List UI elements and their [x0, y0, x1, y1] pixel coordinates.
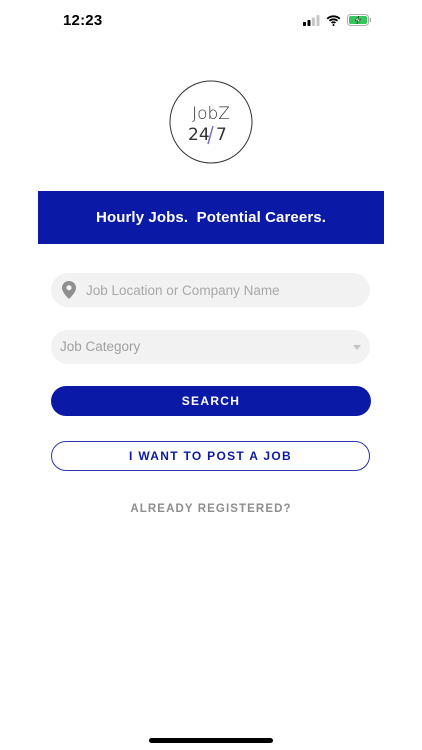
- battery-charging-icon: [347, 14, 372, 26]
- logo-graphic: JobZ 24 7: [169, 80, 253, 164]
- status-bar: 12:23: [0, 0, 422, 44]
- status-time: 12:23: [63, 12, 103, 29]
- home-indicator[interactable]: [149, 738, 273, 743]
- location-search-field[interactable]: [51, 273, 370, 307]
- jobz-logo: JobZ 24 7: [169, 80, 253, 164]
- logo-line2: 24 7: [188, 125, 227, 145]
- tagline-banner: Hourly Jobs. Potential Careers.: [38, 191, 384, 244]
- search-button[interactable]: SEARCH: [51, 386, 371, 416]
- already-registered-link[interactable]: ALREADY REGISTERED?: [0, 503, 422, 515]
- wifi-icon: [326, 14, 341, 26]
- svg-text:7: 7: [216, 125, 227, 145]
- svg-text:24: 24: [188, 125, 210, 145]
- location-search-input[interactable]: [86, 273, 361, 307]
- job-category-value: Job Category: [60, 339, 141, 354]
- dropdown-caret-icon: [353, 345, 361, 350]
- post-job-button[interactable]: I WANT TO POST A JOB: [51, 441, 370, 471]
- logo-line1: JobZ: [192, 104, 230, 124]
- tagline-text: Hourly Jobs. Potential Careers.: [96, 209, 326, 226]
- location-pin-icon: [62, 281, 76, 299]
- job-category-select[interactable]: Job Category: [51, 330, 370, 364]
- signal-icon: [303, 14, 320, 26]
- status-icons: [303, 14, 372, 26]
